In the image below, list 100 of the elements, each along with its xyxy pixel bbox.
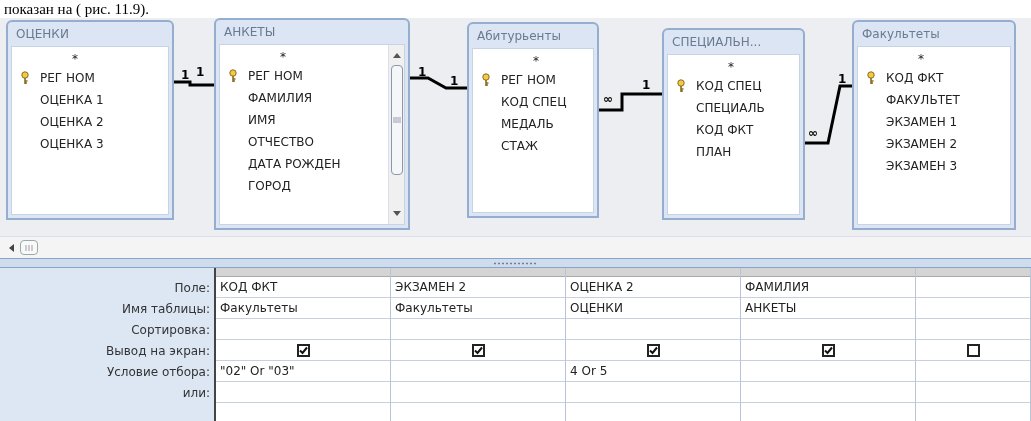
field-row[interactable]: ФАМИЛИЯ [220,87,388,109]
field-row[interactable]: СТАЖ [473,135,593,157]
row-label: Имя таблицы: [122,300,210,318]
relationship-label: 1 [642,78,651,92]
field-row[interactable]: ИМЯ [220,109,388,131]
field-name: КОД СПЕЦ [501,94,567,111]
row-label: Сортировка: [131,321,210,339]
table-window[interactable]: ОЦЕНКИ * РЕГ НОМ ОЦЕНКА 1 ОЦЕНКА 2 ОЦЕНКА 3 [6,20,174,220]
field-name: МЕДАЛЬ [501,116,554,133]
row-label: Вывод на экран: [106,342,210,360]
relationship-label: 1 [838,72,847,86]
table-window[interactable]: Абитурьенты * РЕГ НОМ КОД СПЕЦ МЕДАЛЬ СТАЖ [467,22,599,218]
field-row[interactable]: ОЦЕНКА 2 [12,111,168,133]
table-title: Факультеты [862,26,940,43]
checkbox[interactable] [471,343,485,357]
field-row[interactable]: ЭКЗАМЕН 2 [858,133,1010,155]
checkbox[interactable] [646,343,660,357]
field-row[interactable]: КОД СПЕЦ [668,75,799,97]
field-name: * [533,53,539,70]
field-row[interactable]: ФАКУЛЬТЕТ [858,89,1010,111]
relationship-line[interactable] [410,76,467,90]
field-row[interactable]: КОД ФКТ [858,67,1010,89]
field-name: ГОРОД [248,178,291,195]
key-icon [481,73,491,87]
relationship-line[interactable] [805,84,852,145]
field-row[interactable]: РЕГ НОМ [12,67,168,89]
table-title: СПЕЦИАЛЬН... [672,34,762,51]
field-name: СТАЖ [501,138,538,155]
field-name: РЕГ НОМ [40,70,95,87]
field-name: КОД ФКТ [886,70,944,87]
field-name: * [918,51,924,68]
field-row[interactable]: ЭКЗАМЕН 3 [858,155,1010,177]
field-row[interactable]: ЭКЗАМЕН 1 [858,111,1010,133]
field-name: * [728,59,734,76]
field-row[interactable]: ОТЧЕСТВО [220,131,388,153]
key-icon [20,71,30,85]
field-name: СПЕЦИАЛЬ [696,100,765,117]
key-icon [866,71,876,85]
field-name: * [72,51,78,68]
field-row[interactable]: ОЦЕНКА 1 [12,89,168,111]
field-row[interactable]: ОЦЕНКА 3 [12,133,168,155]
grip-icon [493,261,538,265]
field-name: ПЛАН [696,144,732,161]
relationship-label: 1 [450,74,459,88]
field-row[interactable]: РЕГ НОМ [473,69,593,91]
field-row[interactable]: КОД СПЕЦ [473,91,593,113]
grid-cell-text: "02" Or "03" [220,363,295,380]
field-name: ЭКЗАМЕН 2 [886,136,958,153]
field-name: ФАМИЛИЯ [248,90,313,107]
grid-cell-text: ОЦЕНКИ [570,300,623,317]
row-label: или: [182,384,210,402]
table-window[interactable]: СПЕЦИАЛЬН... * КОД СПЕЦ СПЕЦИАЛЬ КОД ФКТ ПЛАН [662,28,805,220]
grid-cell-text: КОД ФКТ [220,279,278,296]
field-row[interactable]: ПЛАН [668,141,799,163]
grid-cell-text: Факультеты [220,300,298,317]
relationship-label: 1 [181,68,190,82]
row-label: Условие отбора: [106,363,210,381]
field-row[interactable]: ДАТА РОЖДЕН [220,153,388,175]
field-name: ЭКЗАМЕН 3 [886,158,958,175]
relationship-label: 1 [418,65,427,79]
scrollbar-thumb[interactable] [20,240,38,255]
checkbox[interactable] [296,343,310,357]
grip-icon [25,244,33,251]
field-row[interactable]: * [220,49,388,65]
field-name: * [280,49,286,66]
grid-cell-text: ФАМИЛИЯ [745,279,810,296]
table-title: АНКЕТЫ [224,24,276,41]
field-name: КОД СПЕЦ [696,78,762,95]
scrollbar[interactable] [388,45,404,224]
grid-cell-text: ОЦЕНКА 2 [570,279,634,296]
field-name: ИМЯ [248,112,276,129]
relationship-line[interactable] [174,80,214,87]
field-row[interactable]: * [12,51,168,67]
field-row[interactable]: РЕГ НОМ [220,65,388,87]
caption-text: показан на ( рис. 11.9). [4,0,149,18]
scrollbar-thumb[interactable] [390,65,403,175]
row-label: Поле: [174,279,210,297]
field-row[interactable]: * [858,51,1010,67]
field-row[interactable]: МЕДАЛЬ [473,113,593,135]
table-title: Абитурьенты [477,28,561,45]
relationship-line[interactable] [599,92,662,112]
relationship-label: 1 [196,65,205,79]
field-row[interactable]: ГОРОД [220,175,388,197]
field-name: ЭКЗАМЕН 1 [886,114,958,131]
relationship-label: ∞ [603,92,613,106]
field-row[interactable]: КОД ФКТ [668,119,799,141]
left-arrow-icon[interactable] [8,242,16,253]
grid-cell-text: Факультеты [395,300,473,317]
checkbox[interactable] [821,343,835,357]
field-row[interactable]: * [473,53,593,69]
field-row[interactable]: СПЕЦИАЛЬ [668,97,799,119]
field-name: РЕГ НОМ [248,68,303,85]
field-row[interactable]: * [668,59,799,75]
relationship-label: ∞ [808,126,818,140]
field-name: ОЦЕНКА 1 [40,92,104,109]
table-window[interactable]: Факультеты * КОД ФКТ ФАКУЛЬТЕТ ЭКЗАМЕН 1 ЭКЗАМЕН 2 ЭКЗАМЕН 3 [852,20,1016,230]
checkbox[interactable] [966,343,980,357]
table-title: ОЦЕНКИ [16,26,69,43]
table-window[interactable]: АНКЕТЫ * РЕГ НОМ ФАМИЛИЯ ИМЯ ОТЧЕСТВО ДАТА РОЖДЕН ГОРОД [214,18,410,230]
grid-cell-text: 4 Or 5 [570,363,608,380]
